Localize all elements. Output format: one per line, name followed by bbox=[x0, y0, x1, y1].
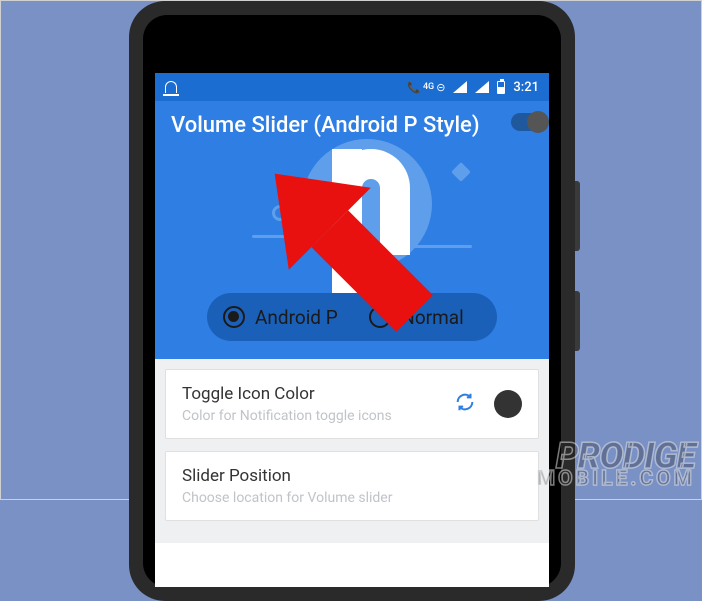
setting-subtitle: Choose location for Volume slider bbox=[182, 490, 522, 506]
phone-screen: 📞 4G ⊝ 3:21 Volume Slider (Android P Sty… bbox=[155, 73, 549, 587]
radio-android-p[interactable]: Android P bbox=[223, 306, 352, 329]
radio-normal[interactable]: Normal bbox=[352, 306, 481, 329]
notification-bell-icon bbox=[165, 81, 177, 93]
setting-slider-position[interactable]: Slider Position Choose location for Volu… bbox=[165, 451, 539, 521]
signal-icon bbox=[475, 81, 489, 93]
app-header: Volume Slider (Android P Style) Android … bbox=[155, 101, 549, 359]
battery-icon bbox=[497, 81, 505, 94]
settings-list: Toggle Icon Color Color for Notification… bbox=[155, 359, 549, 543]
network-indicator: 📞 4G ⊝ bbox=[407, 82, 445, 93]
setting-toggle-icon-color[interactable]: Toggle Icon Color Color for Notification… bbox=[165, 369, 539, 439]
radio-label: Android P bbox=[255, 306, 338, 329]
phone-side-button bbox=[575, 291, 580, 351]
color-preview-dot bbox=[494, 390, 522, 418]
master-toggle[interactable] bbox=[511, 113, 545, 131]
radio-label: Normal bbox=[401, 306, 463, 329]
app-title: Volume Slider (Android P Style) bbox=[171, 113, 480, 138]
status-bar: 📞 4G ⊝ 3:21 bbox=[155, 73, 549, 101]
phone-frame: 📞 4G ⊝ 3:21 Volume Slider (Android P Sty… bbox=[129, 1, 575, 601]
setting-title: Slider Position bbox=[182, 466, 522, 486]
setting-title: Toggle Icon Color bbox=[182, 384, 454, 404]
radio-checked-icon bbox=[223, 306, 245, 328]
style-mode-selector: Android P Normal bbox=[207, 293, 497, 341]
radio-unchecked-icon bbox=[369, 306, 391, 328]
signal-icon bbox=[453, 81, 467, 93]
clock: 3:21 bbox=[513, 80, 539, 95]
setting-subtitle: Color for Notification toggle icons bbox=[182, 408, 454, 424]
refresh-icon[interactable] bbox=[454, 391, 476, 417]
phone-side-button bbox=[575, 181, 580, 251]
